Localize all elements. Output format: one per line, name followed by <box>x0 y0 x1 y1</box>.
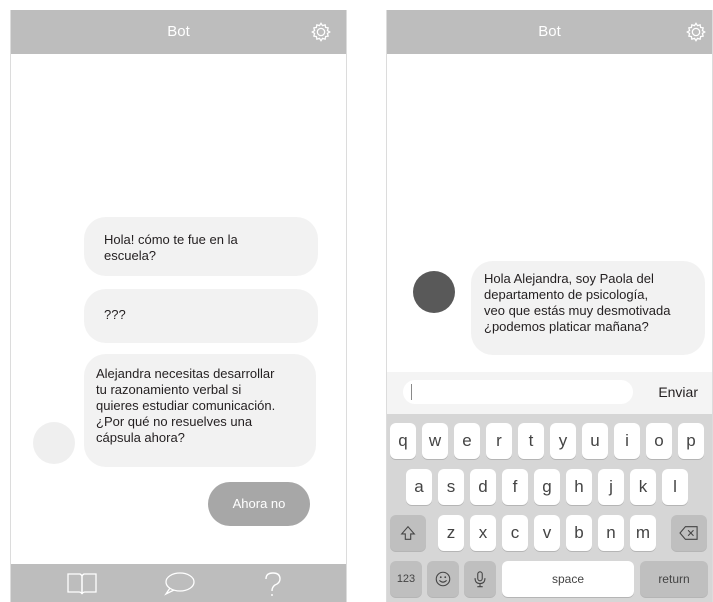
screen-title: Bot <box>538 23 561 40</box>
microphone-icon <box>474 571 486 588</box>
key-g[interactable]: g <box>534 469 560 505</box>
key-m[interactable]: m <box>630 515 656 551</box>
backspace-icon <box>679 526 698 540</box>
space-key[interactable]: space <box>502 561 634 597</box>
backspace-key[interactable] <box>671 515 707 551</box>
emoji-icon <box>435 571 451 587</box>
return-key[interactable]: return <box>640 561 708 597</box>
key-o[interactable]: o <box>646 423 672 459</box>
key-f[interactable]: f <box>502 469 528 505</box>
key-b[interactable]: b <box>566 515 592 551</box>
emoji-key[interactable] <box>427 561 459 597</box>
right-phone-screen: Bot Hola Alejandra, soy Paola del depart… <box>386 10 713 602</box>
send-button[interactable]: Enviar <box>658 384 698 400</box>
key-y[interactable]: y <box>550 423 576 459</box>
microphone-key[interactable] <box>464 561 496 597</box>
top-bar: Bot <box>11 10 346 54</box>
gear-icon[interactable] <box>685 21 707 43</box>
key-j[interactable]: j <box>598 469 624 505</box>
question-icon[interactable] <box>256 570 290 596</box>
shift-icon <box>400 525 416 540</box>
key-c[interactable]: c <box>502 515 528 551</box>
key-w[interactable]: w <box>422 423 448 459</box>
counselor-avatar <box>413 271 455 313</box>
key-s[interactable]: s <box>438 469 464 505</box>
numbers-key[interactable]: 123 <box>390 561 422 597</box>
gear-icon[interactable] <box>310 21 332 43</box>
key-i[interactable]: i <box>614 423 640 459</box>
bot-avatar <box>33 422 75 464</box>
top-bar: Bot <box>387 10 712 54</box>
left-phone-screen: Bot Hola! cómo te fue en la escuela? ???… <box>10 10 347 602</box>
bottom-nav <box>11 564 346 602</box>
chat-bubble: Alejandra necesitas desarrollar tu razon… <box>84 354 316 467</box>
key-v[interactable]: v <box>534 515 560 551</box>
key-p[interactable]: p <box>678 423 704 459</box>
key-n[interactable]: n <box>598 515 624 551</box>
chat-bubble: ??? <box>84 289 318 343</box>
on-screen-keyboard: q w e r t y u i o p a s d f g h j k l z … <box>387 414 712 602</box>
chat-bubble: Hola Alejandra, soy Paola del departamen… <box>471 261 705 355</box>
key-r[interactable]: r <box>486 423 512 459</box>
chat-bubble: Hola! cómo te fue en la escuela? <box>84 217 318 276</box>
message-input-row: Enviar <box>387 372 712 414</box>
book-icon[interactable] <box>65 570 99 596</box>
key-u[interactable]: u <box>582 423 608 459</box>
key-h[interactable]: h <box>566 469 592 505</box>
key-k[interactable]: k <box>630 469 656 505</box>
key-z[interactable]: z <box>438 515 464 551</box>
key-x[interactable]: x <box>470 515 496 551</box>
key-a[interactable]: a <box>406 469 432 505</box>
key-l[interactable]: l <box>662 469 688 505</box>
chat-bubble-icon[interactable] <box>162 570 196 596</box>
key-e[interactable]: e <box>454 423 480 459</box>
shift-key[interactable] <box>390 515 426 551</box>
key-d[interactable]: d <box>470 469 496 505</box>
key-q[interactable]: q <box>390 423 416 459</box>
key-t[interactable]: t <box>518 423 544 459</box>
text-caret <box>411 384 412 400</box>
reply-button[interactable]: Ahora no <box>208 482 310 526</box>
message-input[interactable] <box>403 380 633 404</box>
screen-title: Bot <box>167 23 190 40</box>
